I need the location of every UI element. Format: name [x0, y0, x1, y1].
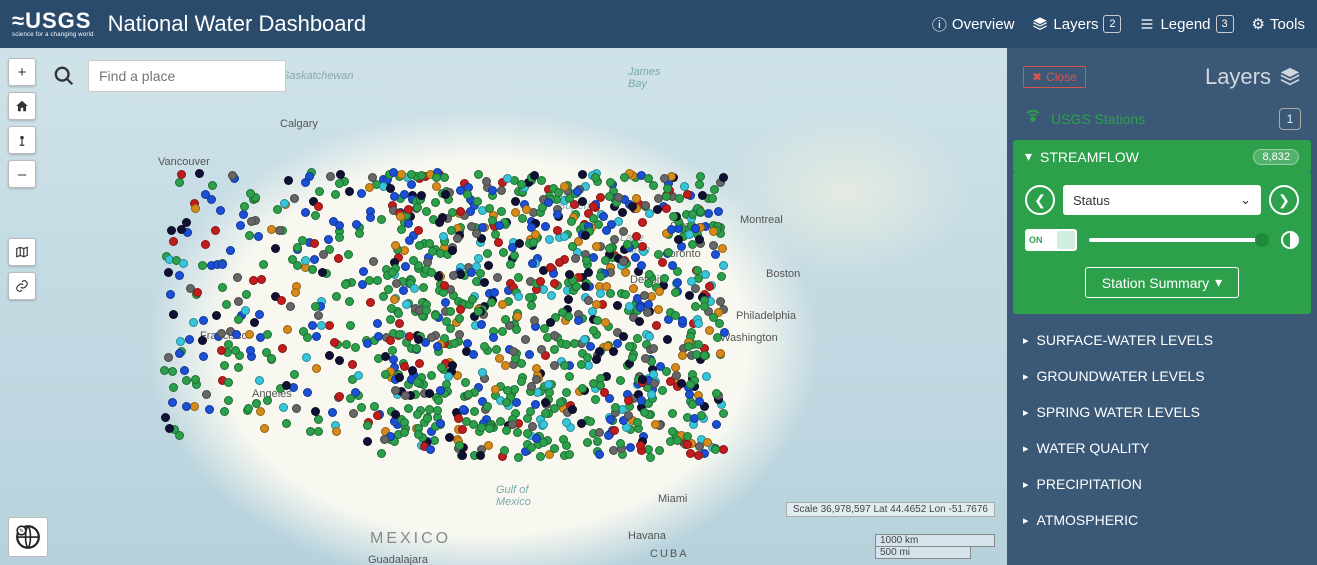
close-label: Close — [1046, 70, 1077, 84]
category-list: ▸ SURFACE-WATER LEVELS ▸ GROUNDWATER LEVELS… — [1007, 322, 1317, 538]
category-streamflow[interactable]: ▾ STREAMFLOW 8,832 — [1013, 140, 1311, 173]
panel-header: ✖ Close Layers — [1007, 48, 1317, 98]
category-groundwater-levels[interactable]: ▸ GROUNDWATER LEVELS — [1007, 358, 1317, 394]
category-precipitation[interactable]: ▸ PRECIPITATION — [1007, 466, 1317, 502]
chevron-right-icon: ▸ — [1023, 514, 1029, 527]
category-label: ATMOSPHERIC — [1037, 512, 1139, 528]
status-select[interactable]: Status ⌄ — [1063, 185, 1261, 215]
chevron-right-icon: ▸ — [1023, 370, 1029, 383]
chevron-right-icon: ▸ — [1023, 478, 1029, 491]
chevron-down-icon: ⌄ — [1240, 192, 1251, 208]
list-icon — [1139, 16, 1155, 32]
nav-layers-label: Layers — [1053, 16, 1098, 33]
locate-button[interactable] — [8, 126, 36, 154]
category-atmospheric[interactable]: ▸ ATMOSPHERIC — [1007, 502, 1317, 538]
prev-selector-button[interactable]: ❮ — [1025, 185, 1055, 215]
nav-legend-badge: 3 — [1216, 15, 1234, 33]
gear-icon: ⚙ — [1252, 15, 1265, 33]
streamflow-body: ❮ Status ⌄ ❯ ON Station Summary ▾ — [1013, 173, 1311, 314]
stations-label: USGS Stations — [1051, 111, 1145, 127]
category-label: SURFACE-WATER LEVELS — [1037, 332, 1214, 348]
coordinates-readout: Scale 36,978,597 Lat 44.4652 Lon -51.767… — [786, 502, 995, 517]
map-controls-2 — [8, 238, 36, 300]
chevron-down-icon: ▾ — [1025, 148, 1032, 165]
category-water-quality[interactable]: ▸ WATER QUALITY — [1007, 430, 1317, 466]
zoom-out-button[interactable]: – — [8, 160, 36, 188]
zoom-in-button[interactable]: + — [8, 58, 36, 86]
globe-button[interactable]: ✎ — [8, 517, 48, 557]
layers-panel: ✖ Close Layers USGS Stations 1 ▾ — [1007, 48, 1317, 565]
category-label: GROUNDWATER LEVELS — [1037, 368, 1205, 384]
nav-tools-label: Tools — [1270, 16, 1305, 33]
broadcast-icon — [1023, 109, 1043, 129]
category-label: SPRING WATER LEVELS — [1037, 404, 1200, 420]
search-input[interactable] — [88, 60, 286, 92]
map-controls: + – — [8, 58, 36, 188]
nav-legend[interactable]: Legend 3 — [1139, 15, 1233, 33]
header-left: ≈USGS science for a changing world Natio… — [12, 10, 366, 38]
next-selector-button[interactable]: ❯ — [1269, 185, 1299, 215]
home-button[interactable] — [8, 92, 36, 120]
close-panel-button[interactable]: ✖ Close — [1023, 66, 1086, 88]
nav-overview[interactable]: ⓘ Overview — [932, 14, 1015, 35]
toggle-knob — [1057, 231, 1075, 249]
search-group — [46, 58, 286, 94]
scale-km: 1000 km — [875, 534, 995, 547]
toggle-row: ON — [1025, 229, 1299, 251]
slider-thumb — [1255, 233, 1269, 247]
category-label: WATER QUALITY — [1037, 440, 1150, 456]
search-icon[interactable] — [46, 58, 82, 94]
status-select-label: Status — [1073, 193, 1110, 208]
info-icon: ⓘ — [932, 14, 947, 35]
category-count-pill: 8,832 — [1253, 149, 1299, 165]
nav-layers-badge: 2 — [1103, 15, 1121, 33]
layers-icon — [1279, 66, 1301, 88]
scale-bar: 1000 km 500 mi — [875, 534, 995, 559]
stations-count-badge: 1 — [1279, 108, 1301, 130]
nav-tools[interactable]: ⚙ Tools — [1252, 15, 1305, 33]
main: Calgary Vancouver Saskatchewan James Bay… — [0, 48, 1317, 565]
nav-legend-label: Legend — [1160, 16, 1210, 33]
chevron-right-icon: ▸ — [1023, 406, 1029, 419]
scale-mi: 500 mi — [875, 547, 971, 559]
chevron-right-icon: ▸ — [1023, 334, 1029, 347]
category-label: PRECIPITATION — [1037, 476, 1142, 492]
header-nav: ⓘ Overview Layers 2 Legend 3 ⚙ Tools — [932, 14, 1305, 35]
summary-label: Station Summary — [1102, 275, 1209, 291]
panel-title: Layers — [1205, 64, 1301, 90]
category-label: STREAMFLOW — [1040, 149, 1139, 165]
selector-row: ❮ Status ⌄ ❯ — [1025, 185, 1299, 215]
station-summary-button[interactable]: Station Summary ▾ — [1085, 267, 1239, 298]
caret-down-icon: ▾ — [1215, 274, 1222, 291]
nav-layers[interactable]: Layers 2 — [1032, 15, 1121, 33]
logo-text: ≈USGS — [12, 10, 94, 32]
usgs-logo[interactable]: ≈USGS science for a changing world — [12, 10, 94, 38]
toggle-label: ON — [1029, 235, 1043, 245]
link-button[interactable] — [8, 272, 36, 300]
layer-toggle[interactable]: ON — [1025, 229, 1077, 251]
map-canvas[interactable]: Calgary Vancouver Saskatchewan James Bay… — [0, 48, 1007, 565]
chevron-right-icon: ▸ — [1023, 442, 1029, 455]
category-surface-water-levels[interactable]: ▸ SURFACE-WATER LEVELS — [1007, 322, 1317, 358]
app-header: ≈USGS science for a changing world Natio… — [0, 0, 1317, 48]
station-dots-layer — [0, 48, 1007, 565]
app-title: National Water Dashboard — [108, 11, 366, 37]
basemap-button[interactable] — [8, 238, 36, 266]
logo-subtext: science for a changing world — [12, 32, 94, 38]
svg-text:✎: ✎ — [19, 529, 24, 535]
close-icon: ✖ — [1032, 70, 1042, 84]
panel-title-text: Layers — [1205, 64, 1271, 90]
category-spring-water-levels[interactable]: ▸ SPRING WATER LEVELS — [1007, 394, 1317, 430]
opacity-slider[interactable] — [1089, 238, 1269, 242]
contrast-icon[interactable] — [1281, 231, 1299, 249]
nav-overview-label: Overview — [952, 16, 1015, 33]
stations-row[interactable]: USGS Stations 1 — [1007, 98, 1317, 140]
layers-icon — [1032, 16, 1048, 32]
